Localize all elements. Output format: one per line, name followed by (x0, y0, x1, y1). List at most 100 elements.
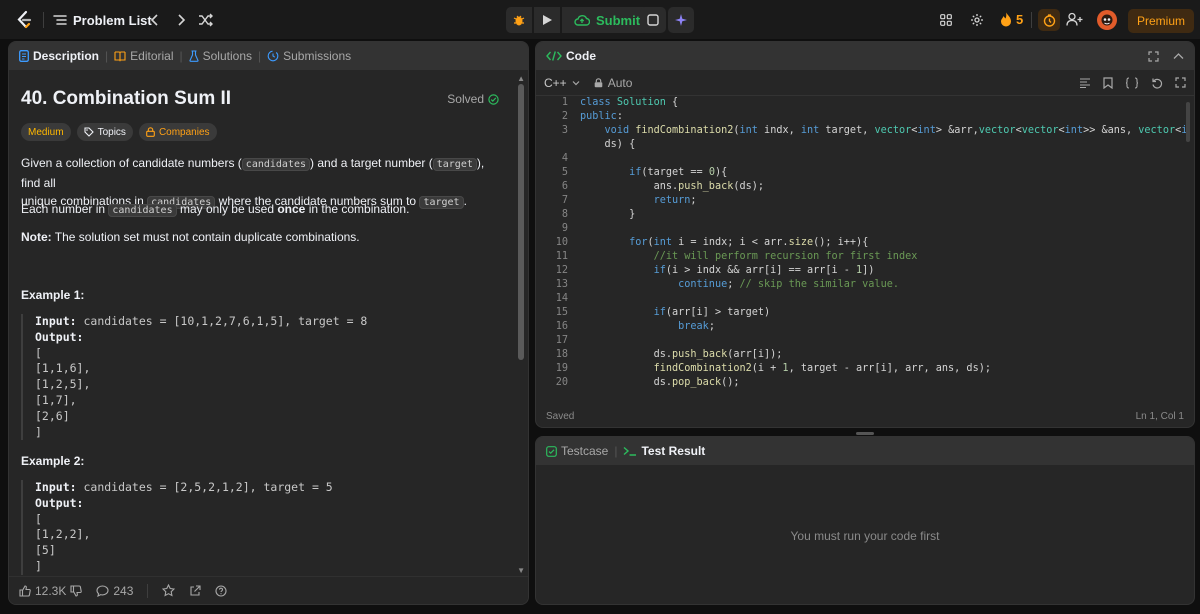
comments-button[interactable]: 243 (96, 584, 133, 598)
code-line[interactable]: 1 class Solution { (536, 96, 1176, 110)
code-line[interactable]: ds) { (536, 138, 1176, 152)
tab-solutions[interactable]: Solutions (189, 49, 252, 63)
code-line[interactable]: 16 break; (536, 320, 1176, 334)
problem-note: Note: The solution set must not contain … (21, 228, 501, 246)
tab-solutions-label: Solutions (202, 49, 252, 63)
panel-resize-handle[interactable] (856, 432, 874, 435)
maximize-icon[interactable] (1148, 50, 1159, 62)
tab-divider: | (179, 49, 183, 63)
code-line[interactable]: 9 (536, 222, 1176, 236)
code-text: //it will perform recursion for first in… (653, 251, 918, 262)
code-line[interactable]: 5 if(target == 0){ (536, 166, 1176, 180)
premium-button[interactable]: Premium (1128, 9, 1194, 33)
add-user-icon[interactable] (1066, 12, 1083, 27)
code-line[interactable]: 18 ds.push_back(arr[i]); (536, 348, 1176, 362)
ai-sparkle-icon[interactable] (668, 7, 694, 33)
line-number: 12 (555, 265, 568, 276)
curly-braces-icon[interactable] (1125, 76, 1139, 89)
scroll-down-arrow-icon[interactable]: ▼ (517, 566, 525, 575)
comment-icon (96, 584, 109, 597)
format-align-icon[interactable] (1079, 77, 1091, 88)
code-line[interactable]: 8 } (536, 208, 1176, 222)
code-line[interactable]: 2 public: (536, 110, 1176, 124)
share-icon[interactable] (189, 584, 201, 597)
output-line: [1,2,2], (35, 527, 91, 542)
statement-text: may only be used (176, 202, 278, 216)
code-line[interactable]: 12 if(i > indx && arr[i] == arr[i - 1]) (536, 264, 1176, 278)
fullscreen-icon[interactable] (1175, 77, 1186, 88)
collapse-chevron-icon[interactable] (1173, 52, 1184, 60)
streak-count: 5 (1016, 12, 1024, 27)
debug-icon[interactable] (506, 7, 532, 33)
line-number: 1 (561, 97, 568, 108)
code-editor[interactable]: 1 class Solution {2 public: 3 void findComb… (536, 96, 1186, 408)
line-number: 8 (561, 209, 568, 220)
prev-problem-icon[interactable] (149, 13, 161, 27)
history-icon (267, 50, 279, 62)
favorite-star-icon[interactable] (162, 584, 176, 597)
code-line[interactable]: 15 if(arr[i] > target) (536, 306, 1176, 320)
tab-editorial-label: Editorial (130, 49, 174, 63)
settings-gear-icon[interactable] (970, 13, 984, 27)
tab-editorial[interactable]: Editorial (114, 49, 174, 63)
line-number: 4 (561, 153, 568, 164)
inline-code: candidates (108, 204, 177, 217)
tab-testcase[interactable]: Testcase (546, 444, 608, 458)
code-line[interactable]: 6 ans.push_back(ds); (536, 180, 1176, 194)
bookmark-icon[interactable] (1103, 76, 1113, 89)
notes-icon[interactable] (640, 7, 666, 33)
tab-code[interactable]: Code (546, 49, 596, 63)
code-line[interactable]: 3 void findCombination2(int indx, int ta… (536, 124, 1186, 138)
code-line[interactable]: 7 return; (536, 194, 1176, 208)
cloud-upload-icon (574, 15, 590, 26)
next-problem-icon[interactable] (175, 13, 187, 27)
streak-counter[interactable]: 5 (1000, 12, 1023, 27)
layout-grid-icon[interactable] (940, 14, 952, 26)
code-line[interactable]: 17 (536, 334, 1176, 348)
problem-title: 40. Combination Sum II (21, 88, 232, 109)
avatar[interactable] (1097, 10, 1117, 30)
chevron-down-icon[interactable] (572, 80, 580, 86)
input-value: candidates = [2,5,2,1,2], target = 5 (76, 480, 333, 494)
line-number: 16 (555, 321, 568, 332)
output-label: Output: (35, 329, 84, 344)
nav-divider (1031, 12, 1032, 28)
code-line[interactable]: 14 (536, 292, 1176, 306)
submit-button[interactable]: Submit (562, 7, 653, 33)
inline-code: target (432, 158, 477, 171)
code-line[interactable]: 11 //it will perform recursion for first… (536, 250, 1176, 264)
line-number: 14 (555, 293, 568, 304)
problem-list-link[interactable]: Problem List (73, 13, 152, 28)
statement-text: Each number in (21, 202, 109, 216)
reset-icon[interactable] (1151, 77, 1163, 89)
line-number: 6 (561, 181, 568, 192)
code-line[interactable]: 20 ds.pop_back(); (536, 376, 1176, 390)
code-line[interactable]: 19 findCombination2(i + 1, target - arr[… (536, 362, 1176, 376)
inline-code: candidates (241, 158, 311, 171)
autocomplete-mode[interactable]: Auto (608, 76, 633, 90)
run-button[interactable] (534, 7, 560, 33)
list-icon[interactable] (53, 13, 67, 27)
code-line[interactable]: 4 (536, 152, 1176, 166)
timer-icon[interactable] (1038, 9, 1060, 31)
description-scrollbar[interactable] (518, 84, 524, 360)
like-button[interactable]: 12.3K (19, 584, 66, 598)
topics-chip[interactable]: Topics (76, 123, 133, 141)
companies-chip[interactable]: Companies (138, 123, 217, 141)
code-text: ds.pop_back(); (580, 377, 740, 388)
shuffle-icon[interactable] (198, 13, 214, 27)
tab-description[interactable]: Description (19, 49, 99, 63)
test-tabs: Testcase | Test Result (536, 437, 1194, 465)
leetcode-logo-icon[interactable] (14, 10, 34, 30)
tab-submissions[interactable]: Submissions (267, 49, 351, 63)
scroll-up-arrow-icon[interactable]: ▲ (517, 74, 525, 83)
dislike-button[interactable] (70, 584, 83, 597)
tab-test-result[interactable]: Test Result (623, 444, 705, 458)
line-number: 11 (555, 251, 568, 262)
help-icon[interactable] (215, 584, 227, 597)
code-line[interactable]: 13 continue; // skip the similar value. (536, 278, 1176, 292)
line-number: 2 (561, 111, 568, 122)
language-selector[interactable]: C++ (544, 76, 567, 90)
code-scrollbar[interactable] (1186, 102, 1190, 142)
code-line[interactable]: 10 for(int i = indx; i < arr.size(); i++… (536, 236, 1176, 250)
